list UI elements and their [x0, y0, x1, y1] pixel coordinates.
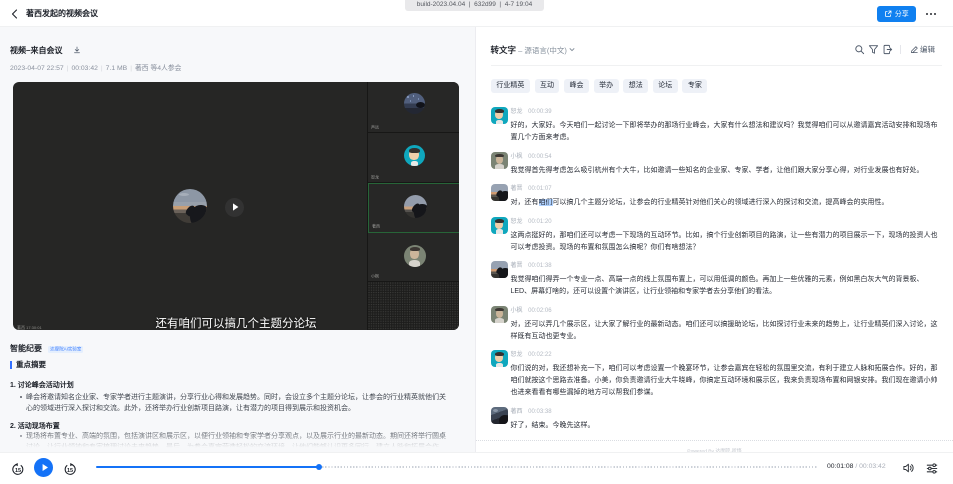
svg-text:15: 15: [66, 467, 72, 473]
svg-text:15: 15: [14, 467, 20, 473]
